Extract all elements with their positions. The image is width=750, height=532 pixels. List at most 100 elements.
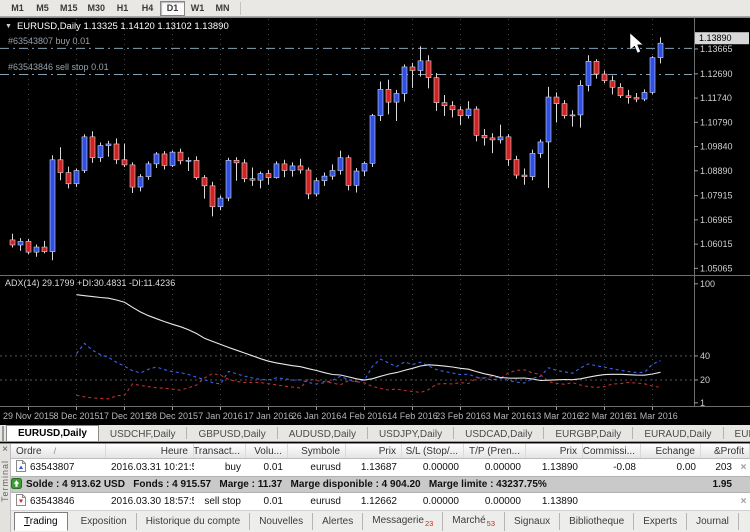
order-id: 63543846 [30, 496, 75, 507]
column-header-2[interactable]: Transact... [194, 444, 246, 458]
column-header-label: Prix [379, 446, 396, 457]
chart-windows-button[interactable] [2, 426, 4, 441]
terminal-tab-exposition[interactable]: Exposition [72, 513, 137, 530]
candle [402, 64, 407, 101]
terminal-tab-historique-du-compte[interactable]: Historique du compte [137, 513, 251, 530]
candle [282, 160, 287, 177]
price-chart-canvas[interactable]: 1.136651.126901.117401.107901.098401.088… [0, 17, 750, 425]
chart-tab-eurusd-daily[interactable]: EURUSD,Daily [6, 425, 99, 441]
column-header-11[interactable]: &Profit [701, 444, 750, 458]
order-row[interactable]: 635438072016.03.31 10:21:52buy0.01eurusd… [11, 459, 750, 476]
candle [538, 139, 543, 157]
chart-tab-usdchf-daily[interactable]: USDCHF,Daily [99, 427, 188, 439]
order-cell-1: 2016.03.31 10:21:52 [106, 462, 194, 473]
adx-line [77, 295, 661, 381]
order-cell-3: 0.01 [246, 462, 288, 473]
column-header-label: Heure [161, 446, 188, 457]
timeframe-button-d1[interactable]: D1 [160, 1, 185, 16]
candle [482, 129, 487, 145]
candle [290, 162, 295, 176]
y-tick-label: 1.10790 [700, 117, 733, 127]
column-header-0[interactable]: Ordre/ [11, 444, 106, 458]
column-header-1[interactable]: Heure [106, 444, 194, 458]
chart-tab-usdcad-daily[interactable]: USDCAD,Daily [454, 427, 544, 439]
timeframe-button-m15[interactable]: M15 [55, 1, 83, 16]
row-close-icon[interactable]: × [737, 462, 750, 473]
candle [242, 159, 247, 182]
column-header-3[interactable]: Volu... [246, 444, 288, 458]
column-header-8[interactable]: Prix [526, 444, 583, 458]
terminal-tab-journal[interactable]: Journal [687, 513, 739, 530]
terminal-tab-bibliotheque[interactable]: Bibliotheque [560, 513, 634, 530]
balance-profit-value: 1.95 [701, 479, 737, 490]
terminal-tab-signaux[interactable]: Signaux [505, 513, 560, 530]
column-header-4[interactable]: Symbole [288, 444, 346, 458]
candle [314, 178, 319, 197]
chart-area[interactable]: 1.136651.126901.117401.107901.098401.088… [0, 17, 750, 425]
terminal-tab-experts[interactable]: Experts [634, 513, 687, 530]
chart-tab-usdjpy-daily[interactable]: USDJPY,Daily [368, 427, 454, 439]
terminal-tab-messagerie[interactable]: Messagerie23 [363, 512, 443, 531]
timeframe-button-m30[interactable]: M30 [83, 1, 111, 16]
chart-tab-eurgbp-daily[interactable]: EURGBP,Daily [544, 427, 633, 439]
balance-row[interactable]: Solde : 4 913.62 USD Fonds : 4 915.57 Ma… [11, 476, 750, 493]
chart-tab-audusd-daily[interactable]: AUDUSD,Daily [278, 427, 368, 439]
candle [586, 55, 591, 91]
terminal-close-icon[interactable]: × [2, 445, 8, 454]
candle [450, 101, 455, 117]
candle [330, 164, 335, 179]
column-header-10[interactable]: Echange [641, 444, 701, 458]
chart-tab-eurchf-daily[interactable]: EURCHF,Daily [724, 427, 750, 439]
candle [194, 156, 199, 179]
timeframe-button-h4[interactable]: H4 [135, 1, 160, 16]
y-tick-label: 1.07915 [700, 191, 733, 201]
x-date-label: 4 Feb 2016 [342, 411, 388, 421]
chart-menu-icon[interactable]: ▼ [5, 23, 12, 30]
candle [74, 168, 79, 186]
candle [634, 93, 639, 102]
order-row[interactable]: 635438462016.03.30 18:57:59sell stop0.01… [11, 493, 750, 510]
candle [322, 173, 327, 186]
order-cell-8: 1.13890 [526, 462, 583, 473]
terminal-tab-nouvelles[interactable]: Nouvelles [250, 513, 313, 530]
timeframe-toolbar: M1M5M15M30H1H4D1W1MN [0, 0, 750, 17]
chart-tab-euraud-daily[interactable]: EURAUD,Daily [633, 427, 723, 439]
order-id: 63543807 [30, 462, 75, 473]
chart-tab-gbpusd-daily[interactable]: GBPUSD,Daily [187, 427, 277, 439]
candle [274, 161, 279, 178]
terminal-tab-march-[interactable]: Marché53 [443, 512, 505, 531]
row-close-icon[interactable]: × [737, 496, 750, 507]
tab-badge: 23 [425, 519, 433, 528]
order-cell-0: 63543846 [11, 494, 106, 509]
column-header-6[interactable]: S/L (Stop/... [402, 444, 464, 458]
candle [226, 158, 231, 201]
candle [570, 110, 575, 126]
candle [498, 125, 503, 144]
order-cell-6: 0.00000 [402, 462, 464, 473]
candle [66, 167, 71, 189]
column-header-7[interactable]: T/P (Pren... [464, 444, 526, 458]
x-date-label: 28 Dec 2015 [147, 411, 198, 421]
indicator-label: ADX(14) 29.1799 +DI:30.4831 -DI:11.4236 [5, 278, 175, 288]
column-header-label: Symbole [301, 446, 340, 457]
column-header-label: Volu... [254, 446, 282, 457]
x-date-label: 7 Jan 2016 [198, 411, 243, 421]
candle [162, 151, 167, 169]
candle [642, 89, 647, 101]
timeframe-button-m5[interactable]: M5 [30, 1, 55, 16]
column-header-9[interactable]: Commissi... [583, 444, 641, 458]
order-cell-11: 203 [701, 462, 737, 473]
terminal-tab-alertes[interactable]: Alertes [313, 513, 363, 530]
candle [338, 151, 343, 175]
mt4-window: M1M5M15M30H1H4D1W1MN 1.136651.126901.117… [0, 0, 750, 532]
timeframe-button-m1[interactable]: M1 [5, 1, 30, 16]
timeframe-button-h1[interactable]: H1 [110, 1, 135, 16]
timeframe-button-w1[interactable]: W1 [185, 1, 210, 16]
candle [522, 168, 527, 184]
y-tick-label: 1.05065 [700, 263, 733, 273]
candle [618, 83, 623, 98]
column-header-5[interactable]: Prix [346, 444, 402, 458]
terminal-tab-trading[interactable]: Trading [14, 512, 68, 531]
order-cell-2: buy [194, 462, 246, 473]
timeframe-button-mn[interactable]: MN [210, 1, 235, 16]
